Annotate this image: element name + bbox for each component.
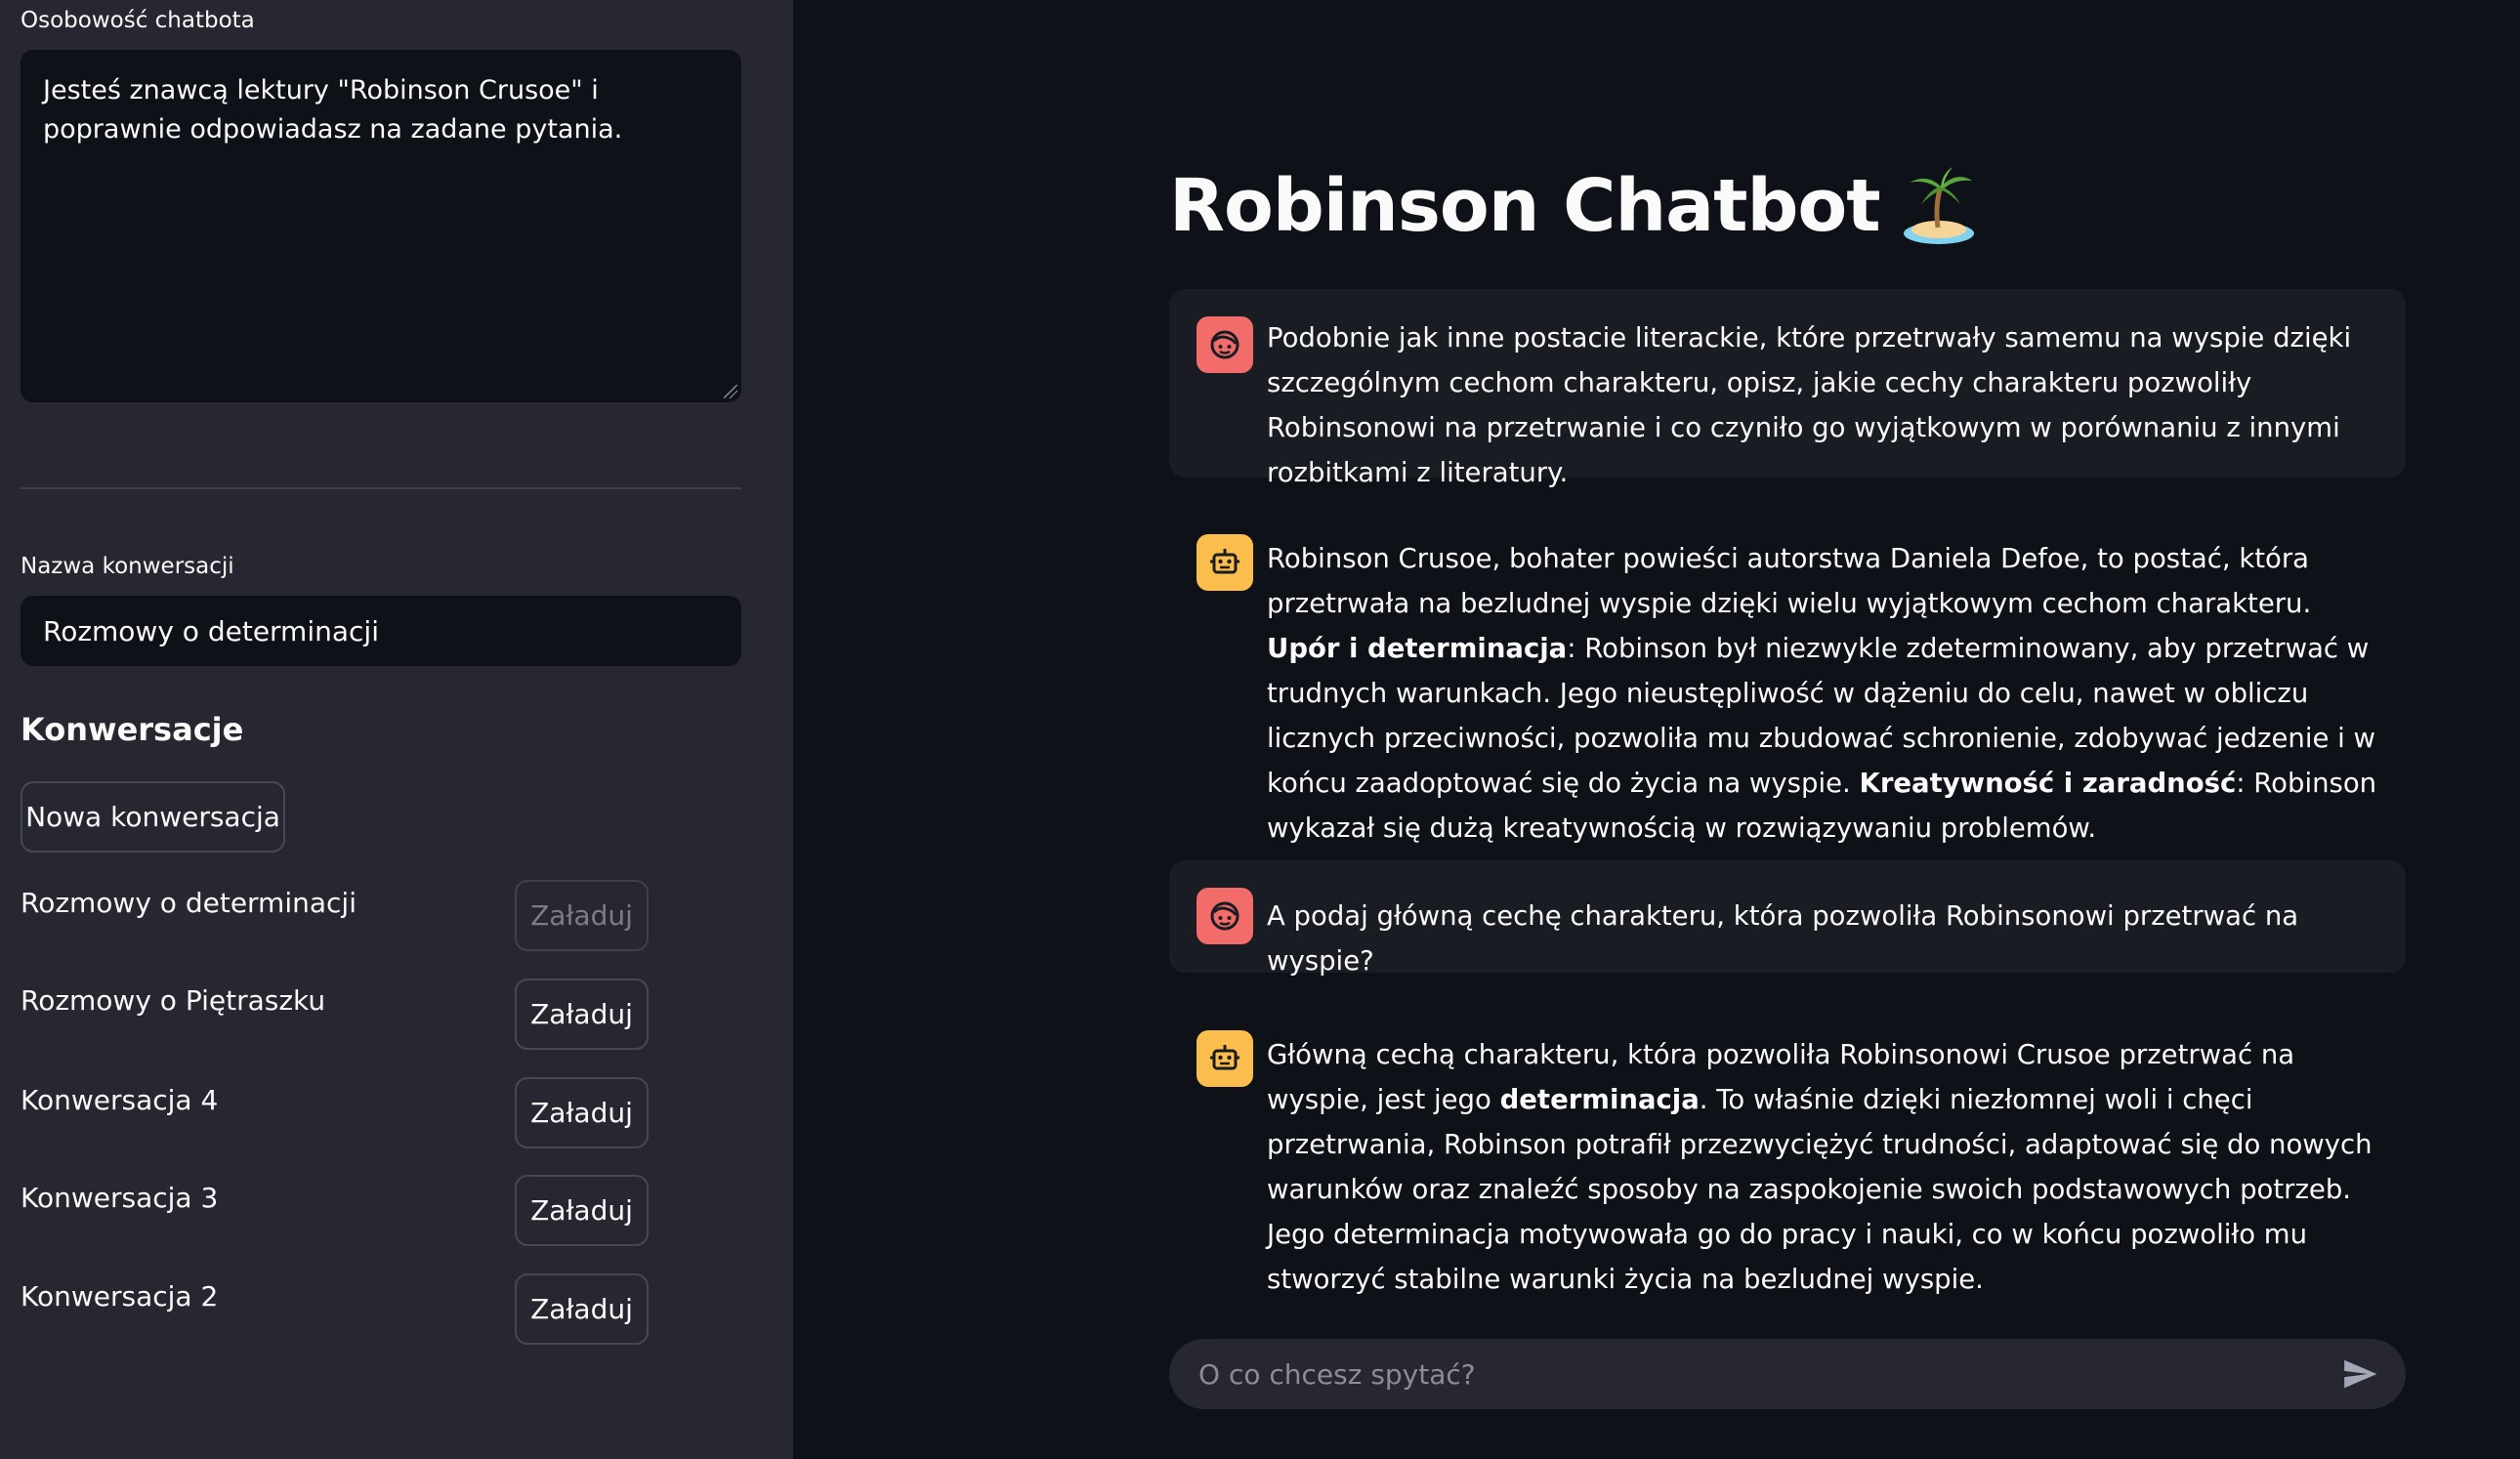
- chat-message-user: Podobnie jak inne postacie literackie, k…: [1169, 289, 2406, 488]
- message-text: Robinson Crusoe, bohater powieści autors…: [1267, 536, 2382, 851]
- chat-input-bar: [1169, 1339, 2406, 1409]
- conversation-item-label: Konwersacja 4: [21, 1084, 219, 1116]
- persona-label: Osobowość chatbota: [21, 8, 255, 33]
- robot-icon: [1197, 1030, 1253, 1087]
- page-title: Robinson Chatbot: [1169, 164, 1976, 248]
- message-bold-segment: determinacja: [1499, 1084, 1700, 1115]
- message-text-segment: Podobnie jak inne postacie literackie, k…: [1267, 322, 2352, 488]
- desert-island-icon: [1903, 167, 1974, 244]
- load-conversation-button[interactable]: Załaduj: [515, 1273, 649, 1345]
- message-text: Główną cechą charakteru, która pozwoliła…: [1267, 1032, 2382, 1302]
- conversation-item-label: Konwersacja 2: [21, 1280, 219, 1313]
- page-title-text: Robinson Chatbot: [1169, 164, 1881, 248]
- conversation-item-label: Rozmowy o Piętraszku: [21, 984, 326, 1017]
- chat-message-assistant: Robinson Crusoe, bohater powieści autors…: [1169, 510, 2406, 844]
- message-text-segment: Robinson Crusoe, bohater powieści autors…: [1267, 543, 2312, 619]
- load-conversation-button[interactable]: Załaduj: [515, 1175, 649, 1246]
- chat-message-user: A podaj główną cechę charakteru, która p…: [1169, 860, 2406, 977]
- conversations-heading: Konwersacje: [21, 711, 244, 748]
- new-conversation-button[interactable]: Nowa konwersacja: [21, 781, 285, 853]
- message-bold-segment: Upór i determinacja: [1267, 633, 1568, 664]
- persona-text: Jesteś znawcą lektury "Robinson Crusoe" …: [43, 75, 623, 145]
- conversation-item-label: Konwersacja 3: [21, 1182, 219, 1214]
- resize-grip-icon[interactable]: [724, 385, 737, 398]
- message-text: Podobnie jak inne postacie literackie, k…: [1267, 315, 2382, 495]
- conversation-name-input[interactable]: Rozmowy o determinacji: [21, 596, 741, 666]
- load-conversation-button[interactable]: Załaduj: [515, 979, 649, 1050]
- chat-message-assistant: Główną cechą charakteru, która pozwoliła…: [1169, 1006, 2406, 1295]
- send-icon[interactable]: [2341, 1355, 2378, 1393]
- message-text-segment: . To właśnie dzięki niezłomnej woli i ch…: [1267, 1084, 2373, 1295]
- sidebar-divider: [21, 487, 741, 489]
- load-conversation-button[interactable]: Załaduj: [515, 880, 649, 951]
- conversation-item-label: Rozmowy o determinacji: [21, 887, 357, 919]
- chat-input[interactable]: [1197, 1356, 2341, 1392]
- message-text: A podaj główną cechę charakteru, która p…: [1267, 894, 2382, 983]
- message-text-segment: A podaj główną cechę charakteru, która p…: [1267, 900, 2299, 977]
- user-face-icon: [1197, 316, 1253, 373]
- message-bold-segment: Kreatywność i zaradność: [1859, 768, 2237, 799]
- persona-textarea[interactable]: Jesteś znawcą lektury "Robinson Crusoe" …: [21, 50, 741, 402]
- user-face-icon: [1197, 888, 1253, 944]
- conversation-name-label: Nazwa konwersacji: [21, 554, 234, 579]
- sidebar: Osobowość chatbota Jesteś znawcą lektury…: [0, 0, 793, 1459]
- robot-icon: [1197, 534, 1253, 591]
- conversation-name-value: Rozmowy o determinacji: [43, 614, 379, 647]
- load-conversation-button[interactable]: Załaduj: [515, 1077, 649, 1148]
